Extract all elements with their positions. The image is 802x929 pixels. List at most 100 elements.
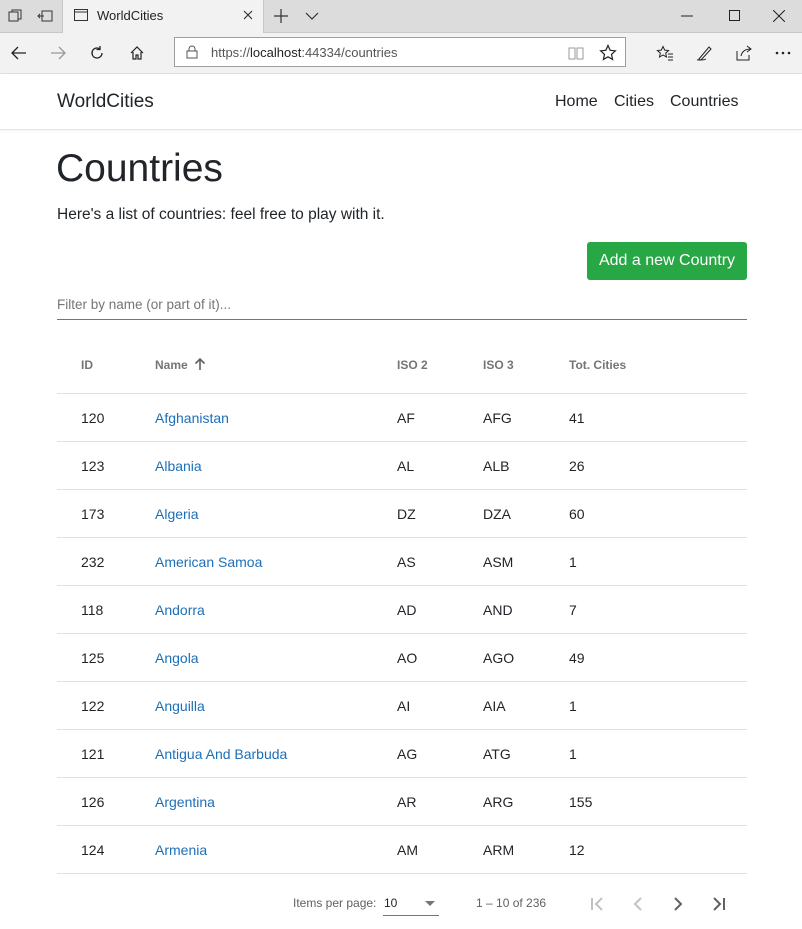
page-range-label: 1 – 10 of 236: [476, 896, 547, 910]
country-name-link[interactable]: Algeria: [155, 506, 199, 522]
close-window-icon[interactable]: [756, 0, 802, 32]
nav-link-home[interactable]: Home: [555, 93, 598, 111]
cell-iso3: ARG: [483, 794, 514, 810]
reading-view-icon[interactable]: [567, 44, 585, 62]
cell-iso3: ARM: [483, 842, 515, 858]
cell-id: 122: [81, 698, 105, 714]
cell-tot-cities: 1: [569, 698, 577, 714]
cell-tot-cities: 155: [569, 794, 593, 810]
cell-iso2: AF: [397, 410, 415, 426]
table-row: 124 Armenia AM ARM 12: [57, 826, 747, 874]
first-page-icon[interactable]: [582, 888, 614, 920]
table-row: 126 Argentina AR ARG 155: [57, 778, 747, 826]
cell-iso3: ATG: [483, 746, 511, 762]
table-row: 173 Algeria DZ DZA 60: [57, 490, 747, 538]
page-description: Here's a list of countries: feel free to…: [57, 206, 385, 223]
more-menu-icon[interactable]: [764, 33, 802, 73]
share-icon[interactable]: [725, 33, 763, 73]
cell-id: 232: [81, 554, 105, 570]
cell-iso3: ASM: [483, 554, 514, 570]
cell-iso3: AND: [483, 602, 513, 618]
paginator: Items per page: 10 1 – 10 of 236: [0, 880, 802, 925]
country-name-link[interactable]: Anguilla: [155, 698, 205, 714]
last-page-icon[interactable]: [702, 888, 734, 920]
table-row: 121 Antigua And Barbuda AG ATG 1: [57, 730, 747, 778]
column-header-tot-cities[interactable]: Tot. Cities: [569, 358, 626, 372]
page-icon: [74, 9, 88, 21]
cell-iso2: AS: [397, 554, 416, 570]
refresh-icon[interactable]: [78, 33, 116, 73]
country-name-link[interactable]: Antigua And Barbuda: [155, 746, 287, 762]
cell-iso2: AI: [397, 698, 411, 714]
cell-tot-cities: 60: [569, 506, 585, 522]
country-name-link[interactable]: Andorra: [155, 602, 205, 618]
items-per-page-label: Items per page:: [293, 896, 377, 910]
cell-id: 120: [81, 410, 105, 426]
minimize-icon[interactable]: [664, 0, 710, 32]
dropdown-caret-icon: [425, 901, 435, 906]
next-page-icon[interactable]: [662, 888, 694, 920]
filter-field[interactable]: [57, 296, 747, 320]
tab-title: WorldCities: [97, 8, 164, 23]
country-name-link[interactable]: Argentina: [155, 794, 215, 810]
column-header-iso2[interactable]: ISO 2: [397, 358, 428, 372]
table-row: 122 Anguilla AI AIA 1: [57, 682, 747, 730]
nav-link-cities[interactable]: Cities: [614, 93, 654, 111]
cell-id: 173: [81, 506, 105, 522]
nav-link-countries[interactable]: Countries: [670, 93, 738, 111]
cell-tot-cities: 7: [569, 602, 577, 618]
cell-id: 123: [81, 458, 105, 474]
column-header-iso3[interactable]: ISO 3: [483, 358, 514, 372]
new-tab-icon[interactable]: [266, 0, 296, 32]
cell-iso2: AR: [397, 794, 417, 810]
country-name-link[interactable]: Armenia: [155, 842, 207, 858]
table-header-row: ID Name ISO 2 ISO 3 Tot. Cities: [57, 337, 747, 394]
browser-tab-bar: WorldCities: [0, 0, 802, 33]
table-row: 120 Afghanistan AF AFG 41: [57, 394, 747, 442]
favorites-list-icon[interactable]: [646, 33, 684, 73]
column-header-name[interactable]: Name: [155, 358, 188, 372]
country-name-link[interactable]: Albania: [155, 458, 202, 474]
previous-page-icon[interactable]: [622, 888, 654, 920]
set-aside-tabs-icon[interactable]: [30, 0, 60, 32]
tab-list-chevron-icon[interactable]: [297, 0, 327, 32]
cell-iso3: AIA: [483, 698, 506, 714]
cell-id: 124: [81, 842, 105, 858]
country-name-link[interactable]: Angola: [155, 650, 199, 666]
country-name-link[interactable]: Afghanistan: [155, 410, 229, 426]
brand-link[interactable]: WorldCities: [57, 91, 154, 113]
add-country-button[interactable]: Add a new Country: [587, 242, 747, 280]
cell-iso3: DZA: [483, 506, 511, 522]
cell-iso2: AD: [397, 602, 417, 618]
table-row: 232 American Samoa AS ASM 1: [57, 538, 747, 586]
cell-tot-cities: 1: [569, 746, 577, 762]
close-tab-icon[interactable]: [241, 8, 255, 22]
cell-id: 118: [81, 602, 104, 618]
lock-icon[interactable]: [186, 45, 198, 59]
favorite-star-icon[interactable]: [599, 44, 617, 62]
cell-id: 125: [81, 650, 105, 666]
tab-worldcities[interactable]: WorldCities: [62, 0, 264, 33]
cell-iso2: DZ: [397, 506, 416, 522]
sort-ascending-arrow-icon: [194, 357, 206, 370]
url-text: https://localhost:44334/countries: [211, 45, 398, 60]
country-name-link[interactable]: American Samoa: [155, 554, 262, 570]
forward-arrow-icon[interactable]: [39, 33, 77, 73]
pen-icon[interactable]: [686, 33, 724, 73]
cell-tot-cities: 41: [569, 410, 585, 426]
items-per-page-select[interactable]: 10: [383, 890, 439, 916]
address-bar[interactable]: https://localhost:44334/countries: [174, 37, 626, 67]
home-icon[interactable]: [118, 33, 156, 73]
back-arrow-icon[interactable]: [0, 33, 38, 73]
cell-iso2: AG: [397, 746, 418, 762]
cell-iso3: ALB: [483, 458, 510, 474]
tab-actions-icon[interactable]: [0, 0, 30, 32]
column-header-id[interactable]: ID: [81, 358, 93, 372]
table-row: 118 Andorra AD AND 7: [57, 586, 747, 634]
cell-id: 126: [81, 794, 105, 810]
filter-input[interactable]: [57, 297, 747, 312]
cell-iso2: AO: [397, 650, 418, 666]
maximize-icon[interactable]: [712, 0, 758, 32]
cell-iso2: AM: [397, 842, 418, 858]
cell-tot-cities: 26: [569, 458, 585, 474]
